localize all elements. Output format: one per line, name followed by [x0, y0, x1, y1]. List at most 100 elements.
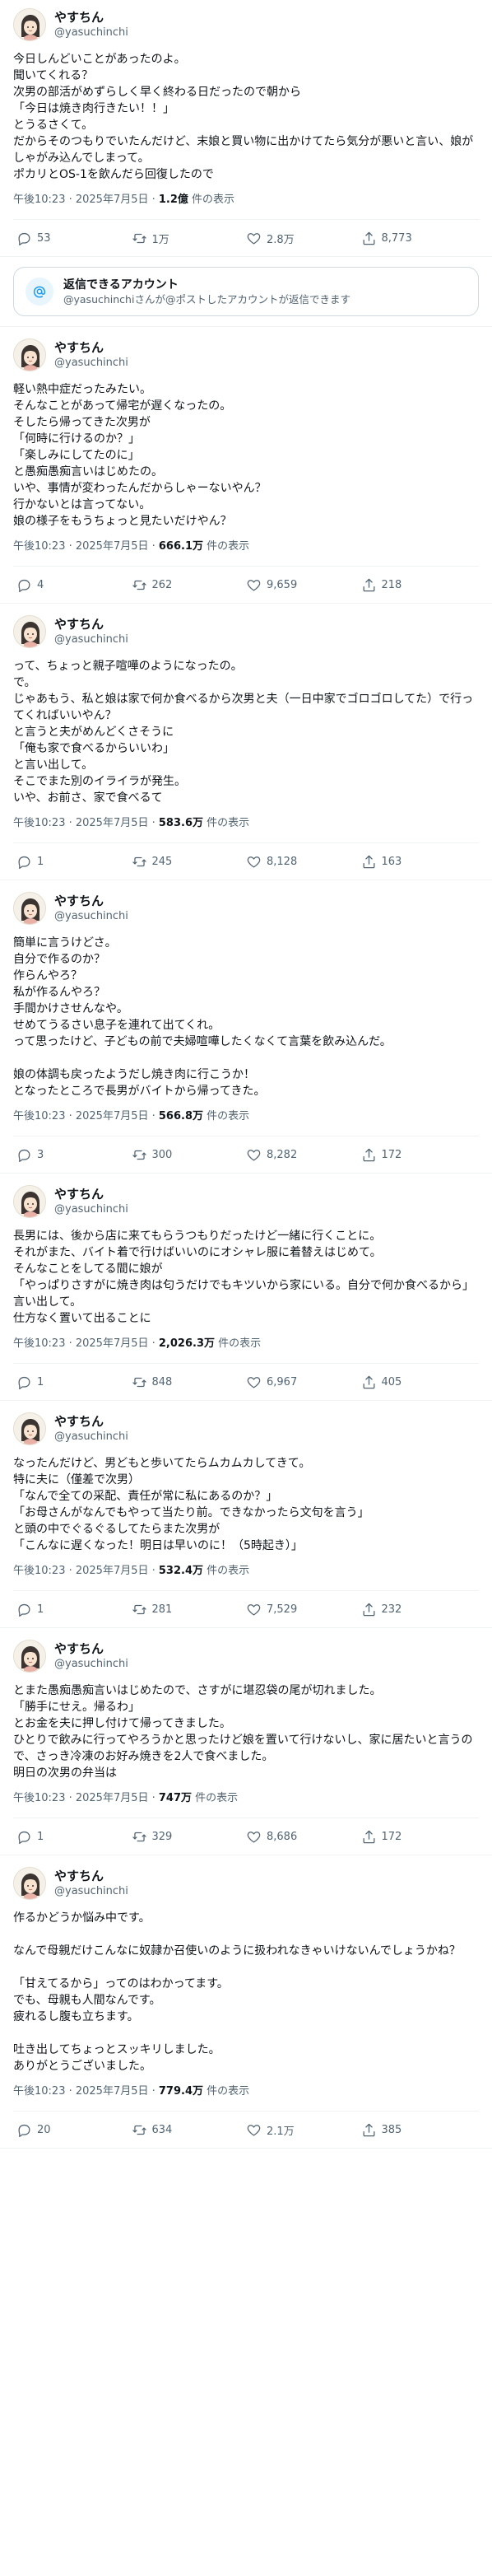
- repost-count: 245: [151, 855, 173, 868]
- bookmark-button[interactable]: 163: [361, 854, 476, 870]
- tweet-time[interactable]: 午後10:23 · 2025年7月5日 ·: [13, 194, 159, 206]
- reply-button[interactable]: 1: [16, 1829, 132, 1845]
- display-name[interactable]: やすちん: [54, 1641, 128, 1657]
- author-handle[interactable]: @yasuchinchi: [54, 632, 128, 646]
- tweet-actions: 1 848 6,967 405: [13, 1364, 479, 1400]
- reply-button[interactable]: 53: [16, 231, 132, 246]
- like-button[interactable]: 9,659: [246, 577, 361, 593]
- repost-count: 262: [151, 578, 173, 591]
- bookmark-button[interactable]: 172: [361, 1147, 476, 1163]
- repost-count: 300: [151, 1148, 173, 1161]
- view-count[interactable]: 583.6万: [159, 817, 203, 829]
- repost-button[interactable]: 848: [132, 1374, 247, 1390]
- tweet: やすちん @yasuchinchi 今日しんどいことがあったのよ。 聞いてくれる？ …: [0, 0, 492, 256]
- author-handle[interactable]: @yasuchinchi: [54, 356, 128, 370]
- like-button[interactable]: 8,686: [246, 1829, 361, 1845]
- avatar[interactable]: [13, 1640, 46, 1673]
- bookmark-button[interactable]: 8,773: [361, 231, 476, 246]
- like-button[interactable]: 7,529: [246, 1602, 361, 1617]
- display-name[interactable]: やすちん: [54, 1869, 128, 1884]
- tweet-meta: 午後10:23 · 2025年7月5日 · 532.4万 件の表示: [13, 1564, 479, 1580]
- at-icon: [26, 278, 53, 306]
- view-count[interactable]: 747万: [159, 1792, 192, 1804]
- author-names: やすちん @yasuchinchi: [54, 617, 128, 646]
- reply-button[interactable]: 1: [16, 1374, 132, 1390]
- tweet-header: やすちん @yasuchinchi: [13, 890, 479, 926]
- repost-button[interactable]: 281: [132, 1602, 247, 1617]
- bookmark-icon: [363, 1830, 374, 1843]
- bookmark-count: 163: [381, 855, 402, 868]
- display-name[interactable]: やすちん: [54, 340, 128, 356]
- author-handle[interactable]: @yasuchinchi: [54, 909, 128, 923]
- author-names: やすちん @yasuchinchi: [54, 1869, 128, 1898]
- avatar[interactable]: [13, 892, 46, 925]
- reply-icon: [18, 1376, 30, 1389]
- view-count-suffix: 件の表示: [203, 817, 250, 829]
- author-handle[interactable]: @yasuchinchi: [54, 1430, 128, 1444]
- like-icon: [247, 1831, 261, 1842]
- tweet: やすちん @yasuchinchi 長男には、後から店に来てもらうつもりだったけど一…: [0, 1174, 492, 1400]
- tweet-time[interactable]: 午後10:23 · 2025年7月5日 ·: [13, 817, 159, 829]
- tweet-actions: 53 1万 2.8万 8,773: [13, 220, 479, 256]
- reply-button[interactable]: 3: [16, 1147, 132, 1163]
- tweet-meta: 午後10:23 · 2025年7月5日 · 1.2億 件の表示: [13, 193, 479, 209]
- tweet-header: やすちん @yasuchinchi: [13, 7, 479, 43]
- author-handle[interactable]: @yasuchinchi: [54, 1657, 128, 1671]
- repost-button[interactable]: 1万: [132, 231, 247, 246]
- separator: [0, 256, 492, 257]
- view-count-suffix: 件の表示: [203, 1110, 250, 1122]
- like-icon: [247, 232, 261, 244]
- tweet-time[interactable]: 午後10:23 · 2025年7月5日 ·: [13, 1792, 159, 1804]
- view-count[interactable]: 666.1万: [159, 540, 203, 553]
- display-name[interactable]: やすちん: [54, 1414, 128, 1430]
- bookmark-button[interactable]: 385: [361, 2122, 476, 2138]
- tweet: やすちん @yasuchinchi とまた愚痴愚痴言いはじめたので、さすがに堪忍袋の…: [0, 1628, 492, 1855]
- tweet-time[interactable]: 午後10:23 · 2025年7月5日 ·: [13, 1337, 159, 1350]
- tweet-time[interactable]: 午後10:23 · 2025年7月5日 ·: [13, 1110, 159, 1122]
- tweet-text: 簡単に言うけどさ。 自分で作るのか？ 作らんやろ？ 私が作るんやろ？ 手間かけさ…: [13, 936, 392, 1098]
- avatar[interactable]: [13, 1867, 46, 1900]
- like-button[interactable]: 8,282: [246, 1147, 361, 1163]
- reply-button[interactable]: 20: [16, 2122, 132, 2138]
- reply-button[interactable]: 1: [16, 1602, 132, 1617]
- reply-button[interactable]: 4: [16, 577, 132, 593]
- tweet-time[interactable]: 午後10:23 · 2025年7月5日 ·: [13, 540, 159, 553]
- author-handle[interactable]: @yasuchinchi: [54, 1884, 128, 1898]
- bookmark-button[interactable]: 405: [361, 1374, 476, 1390]
- display-name[interactable]: やすちん: [54, 1187, 128, 1202]
- reply-button[interactable]: 1: [16, 854, 132, 870]
- bookmark-button[interactable]: 172: [361, 1829, 476, 1845]
- view-count[interactable]: 566.8万: [159, 1110, 203, 1122]
- author-handle[interactable]: @yasuchinchi: [54, 26, 128, 40]
- author-handle[interactable]: @yasuchinchi: [54, 1202, 128, 1216]
- like-button[interactable]: 2.8万: [246, 231, 361, 246]
- bookmark-count: 405: [381, 1375, 402, 1388]
- bookmark-button[interactable]: 218: [361, 577, 476, 593]
- tweet-time[interactable]: 午後10:23 · 2025年7月5日 ·: [13, 1565, 159, 1577]
- repost-button[interactable]: 262: [132, 577, 247, 593]
- display-name[interactable]: やすちん: [54, 894, 128, 909]
- avatar[interactable]: [13, 615, 46, 648]
- repost-button[interactable]: 300: [132, 1147, 247, 1163]
- repost-count: 848: [151, 1375, 173, 1388]
- view-count[interactable]: 2,026.3万: [159, 1337, 215, 1350]
- repost-button[interactable]: 245: [132, 854, 247, 870]
- display-name[interactable]: やすちん: [54, 617, 128, 632]
- like-button[interactable]: 2.1万: [246, 2122, 361, 2138]
- avatar[interactable]: [13, 338, 46, 371]
- display-name[interactable]: やすちん: [54, 10, 128, 26]
- like-button[interactable]: 8,128: [246, 854, 361, 870]
- repost-button[interactable]: 329: [132, 1829, 247, 1845]
- view-count[interactable]: 779.4万: [159, 2085, 203, 2098]
- view-count[interactable]: 532.4万: [159, 1565, 203, 1577]
- repost-button[interactable]: 634: [132, 2122, 247, 2138]
- bookmark-button[interactable]: 232: [361, 1602, 476, 1617]
- repost-icon: [132, 1604, 146, 1614]
- avatar[interactable]: [13, 1412, 46, 1445]
- view-count[interactable]: 1.2億: [159, 194, 188, 206]
- like-button[interactable]: 6,967: [246, 1374, 361, 1390]
- avatar[interactable]: [13, 8, 46, 41]
- tweet-time[interactable]: 午後10:23 · 2025年7月5日 ·: [13, 2085, 159, 2098]
- tweet-meta: 午後10:23 · 2025年7月5日 · 666.1万 件の表示: [13, 539, 479, 556]
- avatar[interactable]: [13, 1185, 46, 1218]
